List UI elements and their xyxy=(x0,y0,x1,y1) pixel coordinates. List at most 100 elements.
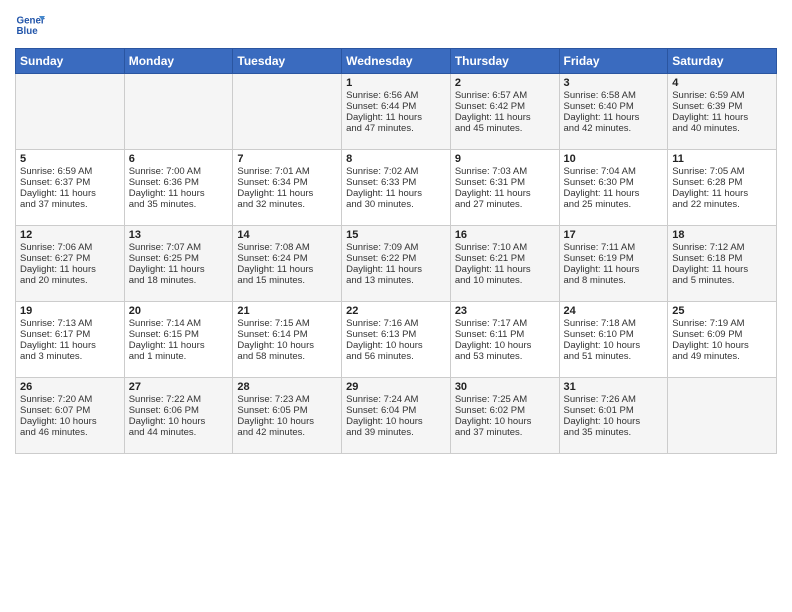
day-info: Sunrise: 6:59 AM xyxy=(672,90,772,101)
day-cell: 20Sunrise: 7:14 AMSunset: 6:15 PMDayligh… xyxy=(124,302,233,378)
day-info: Daylight: 10 hours xyxy=(564,416,664,427)
day-number: 3 xyxy=(564,77,664,89)
day-info: Sunrise: 6:59 AM xyxy=(20,166,120,177)
week-row-1: 1Sunrise: 6:56 AMSunset: 6:44 PMDaylight… xyxy=(16,74,777,150)
day-info: Daylight: 11 hours xyxy=(129,188,229,199)
day-info: Sunrise: 7:22 AM xyxy=(129,394,229,405)
day-number: 22 xyxy=(346,305,446,317)
day-number: 23 xyxy=(455,305,555,317)
day-number: 18 xyxy=(672,229,772,241)
day-info: Sunrise: 7:19 AM xyxy=(672,318,772,329)
day-info: and 51 minutes. xyxy=(564,351,664,362)
day-cell: 22Sunrise: 7:16 AMSunset: 6:13 PMDayligh… xyxy=(342,302,451,378)
day-info: Daylight: 11 hours xyxy=(455,264,555,275)
weekday-header-sunday: Sunday xyxy=(16,49,125,74)
day-info: and 42 minutes. xyxy=(564,123,664,134)
day-info: and 30 minutes. xyxy=(346,199,446,210)
day-number: 14 xyxy=(237,229,337,241)
day-info: Sunset: 6:17 PM xyxy=(20,329,120,340)
day-number: 25 xyxy=(672,305,772,317)
day-number: 30 xyxy=(455,381,555,393)
day-info: Sunrise: 7:12 AM xyxy=(672,242,772,253)
day-info: Sunrise: 7:11 AM xyxy=(564,242,664,253)
day-info: Sunrise: 7:26 AM xyxy=(564,394,664,405)
day-info: Sunset: 6:15 PM xyxy=(129,329,229,340)
day-info: Sunset: 6:18 PM xyxy=(672,253,772,264)
logo: General Blue xyxy=(15,10,45,40)
day-cell: 7Sunrise: 7:01 AMSunset: 6:34 PMDaylight… xyxy=(233,150,342,226)
day-info: Sunset: 6:34 PM xyxy=(237,177,337,188)
day-number: 15 xyxy=(346,229,446,241)
day-cell: 8Sunrise: 7:02 AMSunset: 6:33 PMDaylight… xyxy=(342,150,451,226)
day-info: Sunset: 6:09 PM xyxy=(672,329,772,340)
header: General Blue xyxy=(15,10,777,40)
day-number: 6 xyxy=(129,153,229,165)
day-info: Sunrise: 7:18 AM xyxy=(564,318,664,329)
day-info: Daylight: 11 hours xyxy=(346,112,446,123)
day-info: Sunrise: 7:02 AM xyxy=(346,166,446,177)
logo-icon: General Blue xyxy=(15,10,45,40)
day-info: Daylight: 10 hours xyxy=(346,340,446,351)
day-cell: 1Sunrise: 6:56 AMSunset: 6:44 PMDaylight… xyxy=(342,74,451,150)
day-info: Sunrise: 7:05 AM xyxy=(672,166,772,177)
day-info: Sunset: 6:37 PM xyxy=(20,177,120,188)
day-info: Daylight: 10 hours xyxy=(20,416,120,427)
day-number: 8 xyxy=(346,153,446,165)
day-number: 26 xyxy=(20,381,120,393)
day-number: 10 xyxy=(564,153,664,165)
weekday-header-tuesday: Tuesday xyxy=(233,49,342,74)
day-info: and 44 minutes. xyxy=(129,427,229,438)
day-cell: 16Sunrise: 7:10 AMSunset: 6:21 PMDayligh… xyxy=(450,226,559,302)
day-info: and 46 minutes. xyxy=(20,427,120,438)
day-cell xyxy=(124,74,233,150)
weekday-header-wednesday: Wednesday xyxy=(342,49,451,74)
calendar-table: SundayMondayTuesdayWednesdayThursdayFrid… xyxy=(15,48,777,454)
day-cell: 30Sunrise: 7:25 AMSunset: 6:02 PMDayligh… xyxy=(450,378,559,454)
day-info: and 13 minutes. xyxy=(346,275,446,286)
day-info: Daylight: 10 hours xyxy=(346,416,446,427)
day-info: Sunrise: 6:58 AM xyxy=(564,90,664,101)
day-number: 24 xyxy=(564,305,664,317)
day-info: and 25 minutes. xyxy=(564,199,664,210)
day-cell: 17Sunrise: 7:11 AMSunset: 6:19 PMDayligh… xyxy=(559,226,668,302)
day-info: Sunset: 6:19 PM xyxy=(564,253,664,264)
day-info: Sunrise: 7:20 AM xyxy=(20,394,120,405)
day-cell: 6Sunrise: 7:00 AMSunset: 6:36 PMDaylight… xyxy=(124,150,233,226)
day-info: Sunset: 6:21 PM xyxy=(455,253,555,264)
day-info: Sunset: 6:33 PM xyxy=(346,177,446,188)
day-info: Sunrise: 6:57 AM xyxy=(455,90,555,101)
day-info: and 27 minutes. xyxy=(455,199,555,210)
day-info: Daylight: 10 hours xyxy=(455,416,555,427)
day-info: and 5 minutes. xyxy=(672,275,772,286)
day-info: and 22 minutes. xyxy=(672,199,772,210)
day-info: Daylight: 11 hours xyxy=(20,340,120,351)
day-number: 16 xyxy=(455,229,555,241)
day-info: Sunrise: 7:07 AM xyxy=(129,242,229,253)
day-info: Sunrise: 7:08 AM xyxy=(237,242,337,253)
day-info: and 10 minutes. xyxy=(455,275,555,286)
day-info: Daylight: 11 hours xyxy=(129,264,229,275)
weekday-header-row: SundayMondayTuesdayWednesdayThursdayFrid… xyxy=(16,49,777,74)
day-cell: 11Sunrise: 7:05 AMSunset: 6:28 PMDayligh… xyxy=(668,150,777,226)
day-info: and 37 minutes. xyxy=(455,427,555,438)
day-info: Sunset: 6:04 PM xyxy=(346,405,446,416)
day-cell: 26Sunrise: 7:20 AMSunset: 6:07 PMDayligh… xyxy=(16,378,125,454)
day-cell: 15Sunrise: 7:09 AMSunset: 6:22 PMDayligh… xyxy=(342,226,451,302)
day-number: 20 xyxy=(129,305,229,317)
day-info: and 58 minutes. xyxy=(237,351,337,362)
day-info: Daylight: 11 hours xyxy=(564,188,664,199)
day-info: Daylight: 11 hours xyxy=(237,188,337,199)
svg-text:Blue: Blue xyxy=(17,26,39,37)
day-number: 5 xyxy=(20,153,120,165)
day-cell: 27Sunrise: 7:22 AMSunset: 6:06 PMDayligh… xyxy=(124,378,233,454)
day-cell: 24Sunrise: 7:18 AMSunset: 6:10 PMDayligh… xyxy=(559,302,668,378)
day-info: Daylight: 11 hours xyxy=(129,340,229,351)
day-info: and 15 minutes. xyxy=(237,275,337,286)
day-info: Sunrise: 7:24 AM xyxy=(346,394,446,405)
day-info: Sunrise: 7:14 AM xyxy=(129,318,229,329)
week-row-5: 26Sunrise: 7:20 AMSunset: 6:07 PMDayligh… xyxy=(16,378,777,454)
day-info: Daylight: 10 hours xyxy=(129,416,229,427)
day-number: 19 xyxy=(20,305,120,317)
day-number: 11 xyxy=(672,153,772,165)
day-info: Sunrise: 7:10 AM xyxy=(455,242,555,253)
